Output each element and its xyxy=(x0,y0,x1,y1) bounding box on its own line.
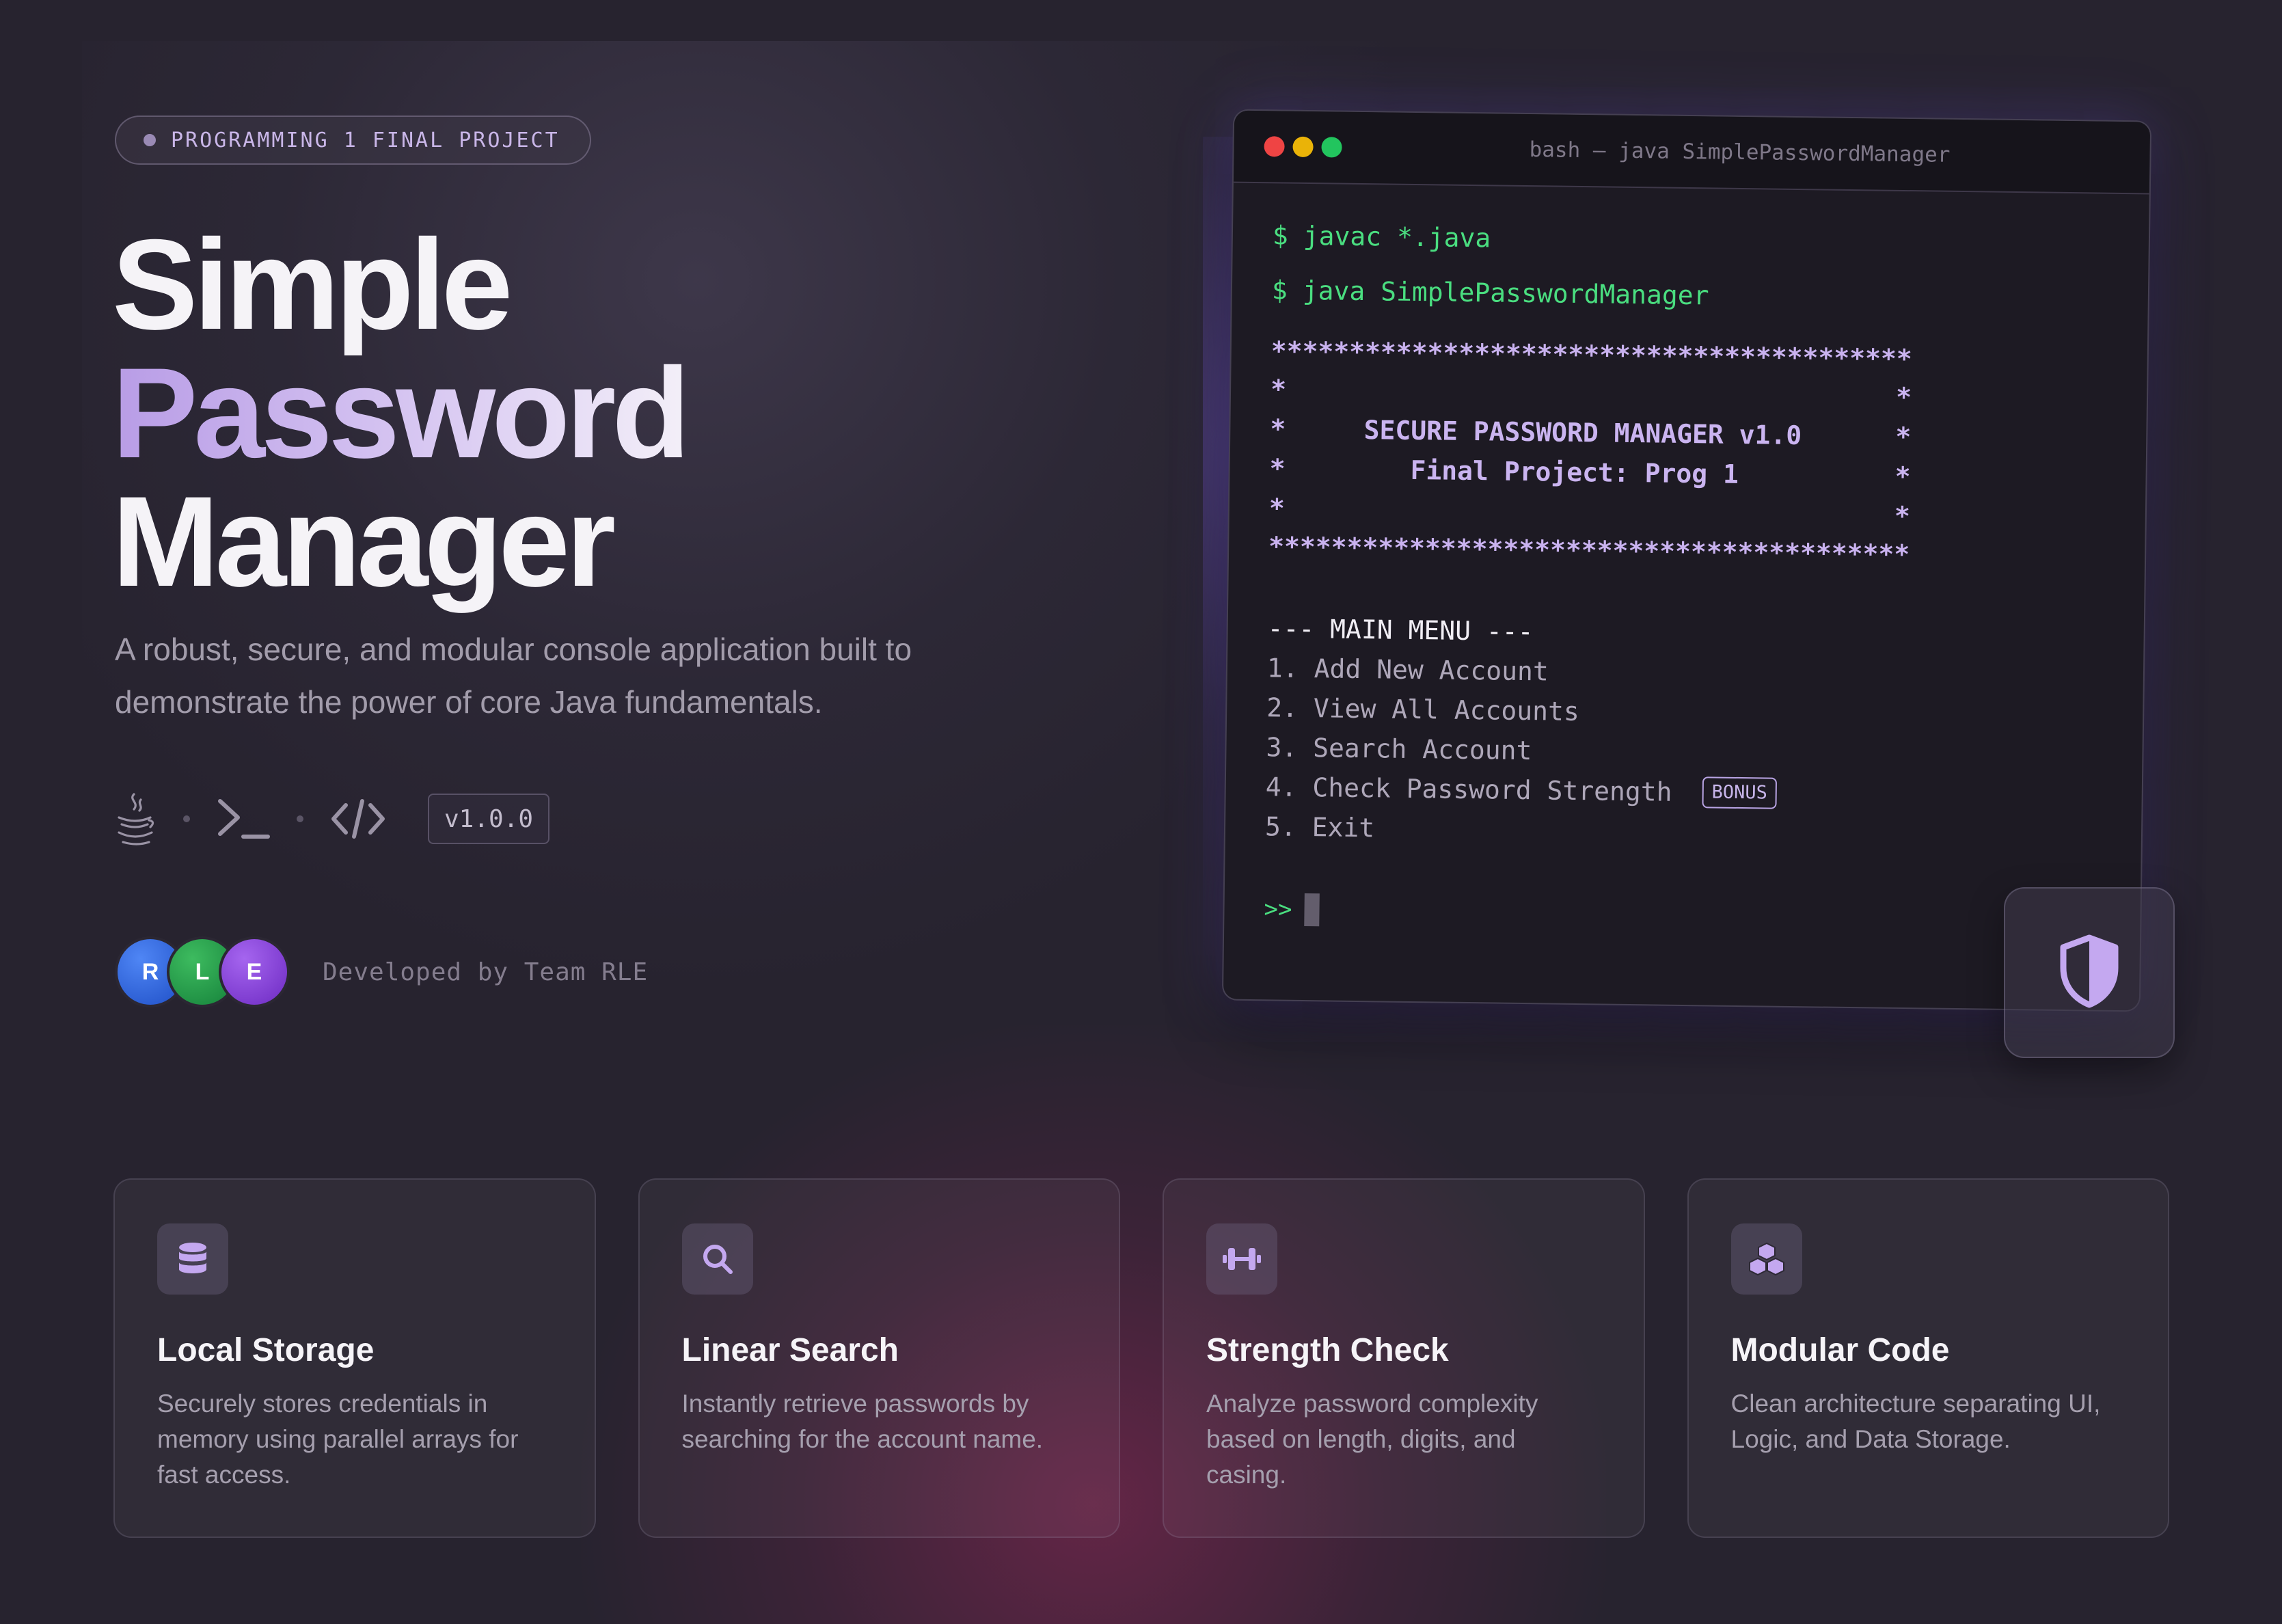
feature-title: Local Storage xyxy=(157,1332,375,1368)
project-tag: PROGRAMMING 1 FINAL PROJECT xyxy=(115,116,591,165)
search-icon xyxy=(681,1223,753,1295)
title-line-password: Password xyxy=(112,341,690,485)
terminal-output: $ javac *.java $ java SimplePasswordManage… xyxy=(1224,183,2149,937)
separator-dot xyxy=(183,815,190,822)
java-icon xyxy=(113,790,157,848)
bonus-badge: BONUS xyxy=(1702,776,1778,809)
shield-badge xyxy=(2004,887,2175,1058)
feature-description: Securely stores credentials in memory us… xyxy=(157,1390,519,1489)
feature-card-linear-search: Linear Search Instantly retrieve passwor… xyxy=(638,1178,1120,1538)
code-icon xyxy=(329,797,387,841)
feature-card-strength-check: Strength Check Analyze password complexi… xyxy=(1163,1178,1645,1538)
cubes-icon xyxy=(1730,1223,1802,1295)
separator-dot xyxy=(297,815,303,822)
terminal-icon xyxy=(216,797,271,841)
menu-item-label: 2. View All Accounts xyxy=(1266,692,1580,727)
shield-icon xyxy=(2055,934,2123,1012)
feature-cards: Local Storage Securely stores credential… xyxy=(113,1178,2169,1538)
title-line-simple: Simple xyxy=(112,213,513,356)
feature-description: Clean architecture separating UI, Logic,… xyxy=(1730,1390,2101,1453)
feature-description: Analyze password complexity based on len… xyxy=(1206,1390,1538,1489)
team-credit: Developed by Team RLE xyxy=(323,958,649,986)
feature-card-modular-code: Modular Code Clean architecture separati… xyxy=(1687,1178,2169,1538)
tag-dot xyxy=(144,134,156,146)
terminal-window: bash — java SimplePasswordManager $ javac… xyxy=(1221,109,2152,1012)
version-badge: v1.0.0 xyxy=(428,794,550,844)
page-title: Simple Password Manager xyxy=(112,213,690,613)
menu-item-label: 1. Add New Account xyxy=(1266,653,1549,687)
command-text: javac *.java xyxy=(1303,220,1491,254)
feature-title: Strength Check xyxy=(1206,1332,1449,1368)
feature-title: Linear Search xyxy=(681,1332,899,1368)
hero-subtitle: A robust, secure, and modular console ap… xyxy=(115,632,912,720)
terminal-title-bar: bash — java SimplePasswordManager xyxy=(1233,110,2151,195)
feature-description: Instantly retrieve passwords by searchin… xyxy=(681,1390,1044,1453)
terminal-title: bash — java SimplePasswordManager xyxy=(1529,137,1951,167)
shell-prompt: $ xyxy=(1272,220,1289,251)
tech-stack-row: v1.0.0 xyxy=(113,787,550,850)
database-icon xyxy=(157,1223,228,1295)
terminal-command: $ java SimplePasswordManager xyxy=(1271,262,2148,328)
menu-item-label: 5. Exit xyxy=(1264,811,1375,843)
feature-card-local-storage: Local Storage Securely stores credential… xyxy=(113,1178,596,1538)
menu-item-label: 3. Search Account xyxy=(1266,732,1532,766)
command-text: java SimplePasswordManager xyxy=(1302,275,1709,311)
input-prompt: >> xyxy=(1264,895,1292,923)
dumbbell-icon xyxy=(1206,1223,1277,1295)
title-line-manager: Manager xyxy=(112,470,616,613)
team-row: R L E Developed by Team RLE xyxy=(115,936,648,1007)
shell-prompt: $ xyxy=(1271,275,1288,306)
avatar: E xyxy=(219,936,290,1007)
project-tag-label: PROGRAMMING 1 FINAL PROJECT xyxy=(171,128,560,152)
feature-title: Modular Code xyxy=(1730,1332,1950,1368)
menu-item-label: 4. Check Password Strength xyxy=(1265,772,1672,807)
text-cursor xyxy=(1304,893,1320,927)
